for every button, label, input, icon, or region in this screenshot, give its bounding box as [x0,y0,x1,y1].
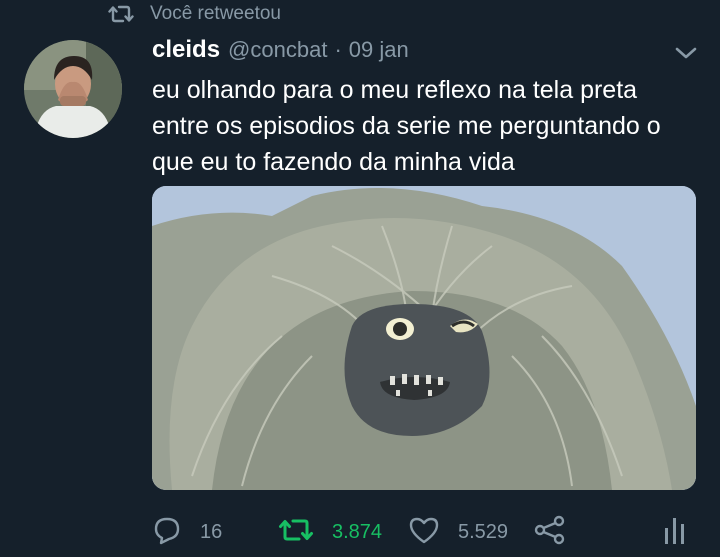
like-count: 5.529 [458,520,509,543]
retweet-icon [278,515,314,550]
separator-dot: · [334,37,342,62]
tweet-actions: 16 3.874 5.529 [152,510,702,554]
analytics-button[interactable] [662,514,688,550]
reply-icon [152,515,182,550]
user-handle[interactable]: @concbat [228,37,327,63]
tweet-media-image[interactable] [152,186,696,490]
chevron-down-icon[interactable] [672,44,700,62]
tweet-date[interactable]: 09 jan [349,37,409,63]
tweet-header: cleids @concbat · 09 jan [152,36,409,66]
reply-count: 16 [200,520,223,543]
analytics-icon [662,514,688,551]
retweet-button[interactable]: 3.874 [278,514,382,550]
share-button[interactable] [534,514,566,550]
avatar[interactable] [24,40,122,138]
reply-button[interactable]: 16 [152,514,222,550]
tweet-text: eu olhando para o meu reflexo na tela pr… [152,76,661,176]
retweet-count: 3.874 [332,520,383,543]
retweet-icon [108,3,134,25]
share-icon [534,515,566,550]
retweet-context: Você retweetou [108,2,281,26]
like-button[interactable]: 5.529 [408,514,508,550]
retweet-context-text: Você retweetou [150,3,281,24]
heart-icon [408,515,440,550]
display-name[interactable]: cleids [152,36,220,64]
